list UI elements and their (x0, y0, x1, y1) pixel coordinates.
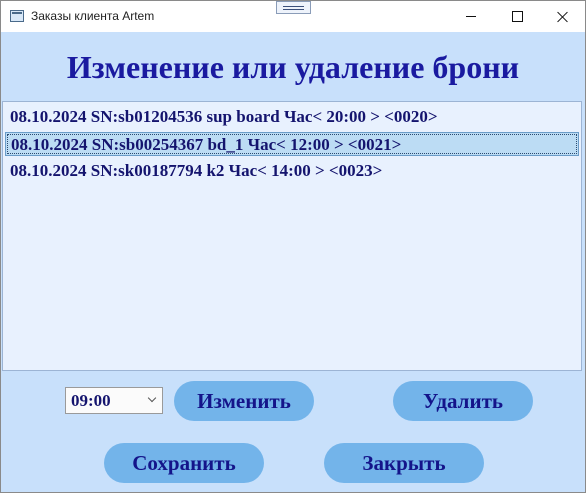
maximize-button[interactable] (494, 1, 540, 32)
booking-item[interactable]: 08.10.2024 SN:sb01204536 sup board Час< … (5, 105, 579, 129)
edit-button[interactable]: Изменить (174, 381, 314, 421)
close-icon (557, 11, 569, 23)
minimize-button[interactable] (448, 1, 494, 32)
delete-button[interactable]: Удалить (393, 381, 533, 421)
close-window-button[interactable] (540, 1, 585, 32)
time-select[interactable]: 09:00 (65, 387, 163, 414)
chevron-down-icon (147, 393, 157, 403)
maximize-icon (511, 11, 523, 22)
window-title: Заказы клиента Artem (31, 9, 155, 23)
close-button[interactable]: Закрыть (324, 443, 484, 483)
title-bar[interactable]: Заказы клиента Artem (1, 1, 585, 32)
booking-item-selected[interactable]: 08.10.2024 SN:sb00254367 bd_1 Час< 12:00… (5, 132, 579, 156)
time-select-value: 09:00 (71, 391, 111, 410)
booking-item[interactable]: 08.10.2024 SN:sk00187794 k2 Час< 14:00 >… (5, 159, 579, 183)
orders-window: Заказы клиента Artem Изменение или удале… (0, 0, 586, 493)
page-title: Изменение или удаление брони (66, 49, 520, 85)
drag-handle-icon[interactable] (276, 1, 311, 14)
save-button[interactable]: Сохранить (104, 443, 264, 483)
minimize-icon (466, 16, 476, 17)
bookings-listbox[interactable]: 08.10.2024 SN:sb01204536 sup board Час< … (2, 101, 582, 371)
window-app-icon (10, 10, 24, 22)
